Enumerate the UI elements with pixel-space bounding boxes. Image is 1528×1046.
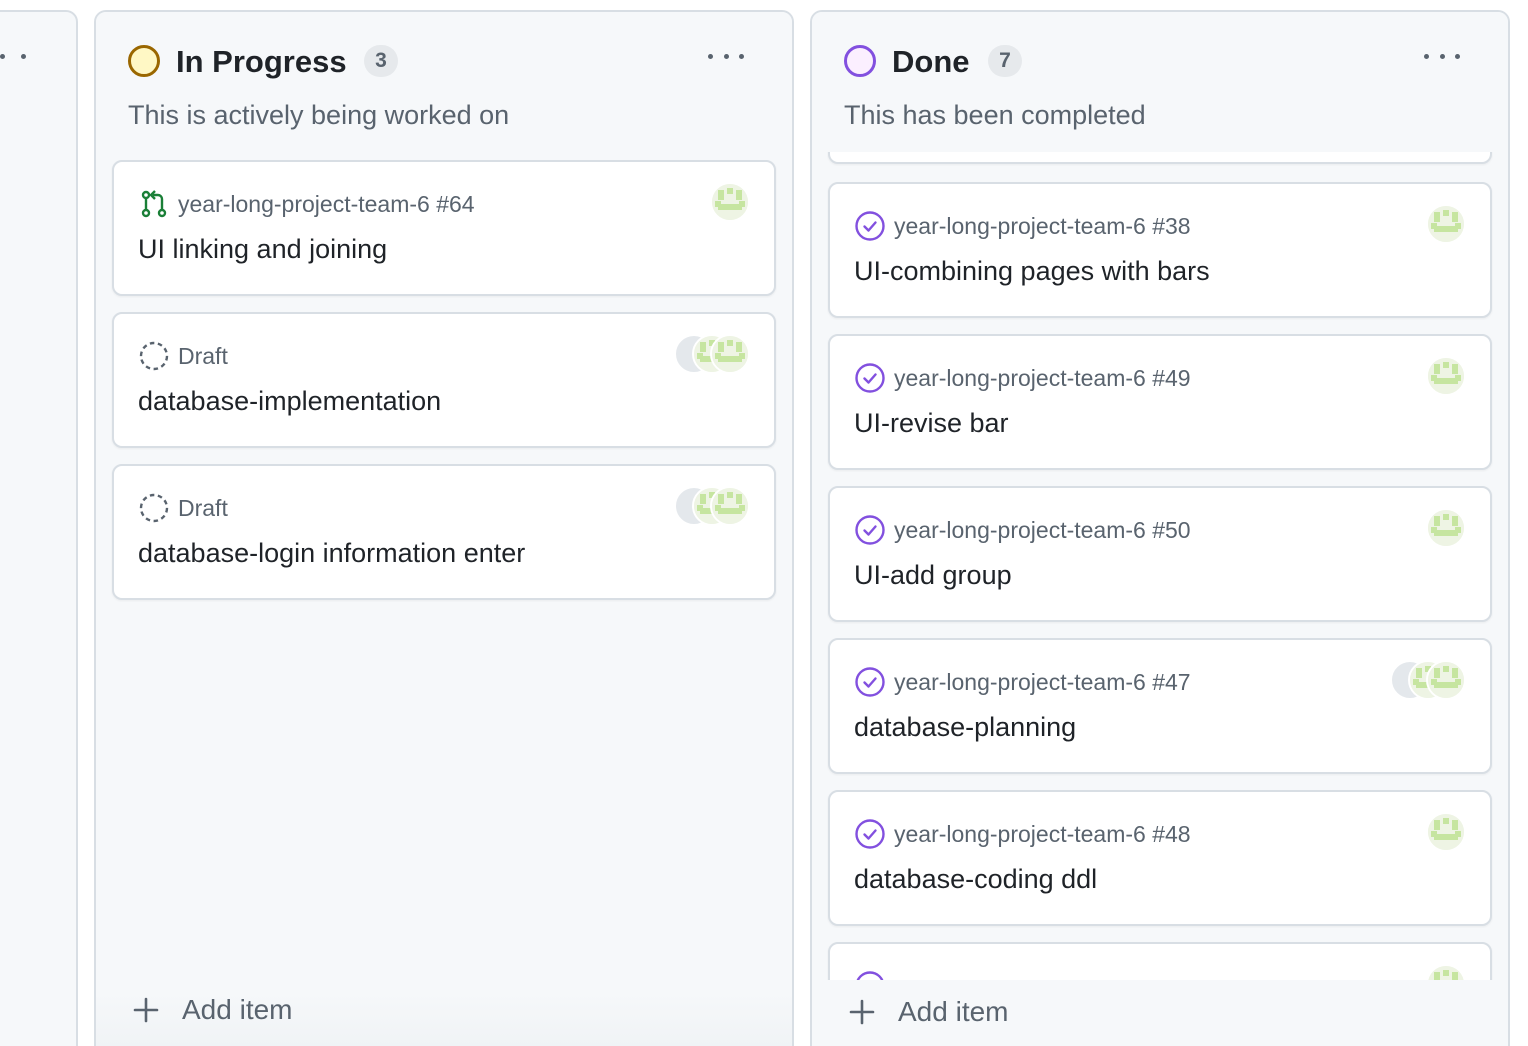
column-menu-button[interactable] bbox=[704, 42, 748, 70]
pull-request-icon bbox=[141, 190, 167, 218]
more-dot bbox=[1455, 53, 1460, 59]
column-menu-button[interactable] bbox=[0, 42, 30, 70]
card-list: year-long-project-team-6 #64 UI linking … bbox=[112, 12, 776, 1046]
column-description: This is actively being worked on bbox=[128, 100, 510, 130]
in-progress-status-icon bbox=[128, 45, 160, 77]
assignee-avatars bbox=[674, 486, 750, 526]
card-title[interactable]: UI linking and joining bbox=[138, 234, 387, 265]
card-title[interactable]: database-implementation bbox=[138, 386, 441, 417]
plus-icon bbox=[849, 999, 875, 1025]
more-dot bbox=[21, 53, 26, 59]
assignee-avatars bbox=[1426, 356, 1466, 396]
card-title[interactable]: database-planning bbox=[854, 712, 1076, 743]
issue-closed-icon bbox=[855, 819, 885, 849]
card-repo-ref[interactable]: year-long-project-team-6 #50 bbox=[894, 517, 1191, 544]
add-item-label: Add item bbox=[898, 996, 1009, 1027]
item-card[interactable]: Draft database-implementation bbox=[112, 312, 776, 448]
card-meta: year-long-project-team-6 #64 bbox=[138, 188, 475, 220]
card-title[interactable]: database-login information enter bbox=[138, 538, 525, 569]
add-item-button[interactable]: Add item bbox=[848, 996, 1009, 1028]
assignee-avatars bbox=[1426, 204, 1466, 244]
card-repo-ref[interactable]: year-long-project-team-6 #49 bbox=[894, 365, 1191, 392]
plus-icon bbox=[133, 997, 159, 1023]
card-meta: year-long-project-team-6 #49 bbox=[854, 362, 1191, 394]
card-title[interactable]: UI-revise bar bbox=[854, 408, 1009, 439]
avatar bbox=[710, 182, 750, 222]
item-card[interactable]: year-long-project-team-6 #38 UI-combinin… bbox=[828, 182, 1492, 318]
item-card[interactable]: Draft database-login information enter bbox=[112, 464, 776, 600]
add-item-button[interactable]: Add item bbox=[132, 994, 293, 1026]
item-card[interactable]: year-long-project-team-6 #49 UI-revise b… bbox=[828, 334, 1492, 470]
card-meta: Draft bbox=[138, 492, 228, 524]
more-dot bbox=[739, 53, 744, 59]
card-repo-ref[interactable]: year-long-project-team-6 #47 bbox=[894, 669, 1191, 696]
board-column-previous bbox=[0, 10, 78, 1046]
avatar bbox=[1426, 508, 1466, 548]
avatar bbox=[1426, 812, 1466, 852]
assignee-avatars bbox=[1426, 812, 1466, 852]
assignee-avatars bbox=[1426, 508, 1466, 548]
assignee-avatars bbox=[674, 334, 750, 374]
more-dot bbox=[1424, 53, 1429, 59]
avatar bbox=[1426, 356, 1466, 396]
column-header: In Progress 3 This is actively being wor… bbox=[96, 12, 792, 152]
avatar bbox=[710, 334, 750, 374]
card-meta: year-long-project-team-6 #38 bbox=[854, 210, 1191, 242]
add-item-label: Add item bbox=[182, 994, 293, 1025]
issue-closed-icon bbox=[855, 515, 885, 545]
avatar bbox=[1426, 204, 1466, 244]
draft-icon bbox=[139, 341, 169, 371]
item-card[interactable]: year-long-project-team-6 #50 UI-add grou… bbox=[828, 486, 1492, 622]
more-dot bbox=[708, 53, 713, 59]
issue-closed-icon bbox=[855, 363, 885, 393]
card-repo-ref[interactable]: year-long-project-team-6 #38 bbox=[894, 213, 1191, 240]
card-title[interactable]: UI-add group bbox=[854, 560, 1012, 591]
item-count-badge: 3 bbox=[364, 45, 398, 77]
item-card[interactable]: year-long-project-team-6 #64 UI linking … bbox=[112, 160, 776, 296]
issue-closed-icon bbox=[855, 667, 885, 697]
card-repo-ref[interactable]: year-long-project-team-6 #48 bbox=[894, 821, 1191, 848]
card-repo-ref[interactable]: year-long-project-team-6 #64 bbox=[178, 191, 475, 218]
card-draft-label: Draft bbox=[178, 494, 228, 521]
column-menu-button[interactable] bbox=[1420, 42, 1464, 70]
assignee-avatars bbox=[710, 182, 750, 222]
issue-closed-icon bbox=[855, 211, 885, 241]
done-status-icon bbox=[844, 45, 876, 77]
column-header: Done 7 This has been completed bbox=[812, 12, 1508, 152]
draft-icon bbox=[139, 493, 169, 523]
column-title: Done bbox=[892, 44, 970, 79]
column-description: This has been completed bbox=[844, 100, 1146, 130]
card-title[interactable]: database-coding ddl bbox=[854, 864, 1097, 895]
card-title[interactable]: UI-combining pages with bars bbox=[854, 256, 1210, 287]
avatar bbox=[1426, 660, 1466, 700]
item-card[interactable]: year-long-project-team-6 #47 database-pl… bbox=[828, 638, 1492, 774]
board-column-done: Done 7 This has been completed year-long… bbox=[810, 10, 1510, 1046]
card-list: year-long-project-team-6 #38 UI-combinin… bbox=[828, 12, 1492, 1046]
assignee-avatars bbox=[1390, 660, 1466, 700]
avatar bbox=[710, 486, 750, 526]
item-count-badge: 7 bbox=[988, 45, 1022, 77]
more-dot bbox=[1439, 53, 1445, 59]
card-meta: year-long-project-team-6 #48 bbox=[854, 818, 1191, 850]
card-draft-label: Draft bbox=[178, 342, 228, 369]
more-dot bbox=[0, 53, 5, 59]
column-title: In Progress bbox=[176, 44, 347, 79]
card-meta: year-long-project-team-6 #50 bbox=[854, 514, 1191, 546]
card-meta: Draft bbox=[138, 340, 228, 372]
item-card[interactable]: year-long-project-team-6 #48 database-co… bbox=[828, 790, 1492, 926]
board-column-in-progress: In Progress 3 This is actively being wor… bbox=[94, 10, 794, 1046]
more-dot bbox=[723, 53, 729, 59]
card-meta: year-long-project-team-6 #47 bbox=[854, 666, 1191, 698]
